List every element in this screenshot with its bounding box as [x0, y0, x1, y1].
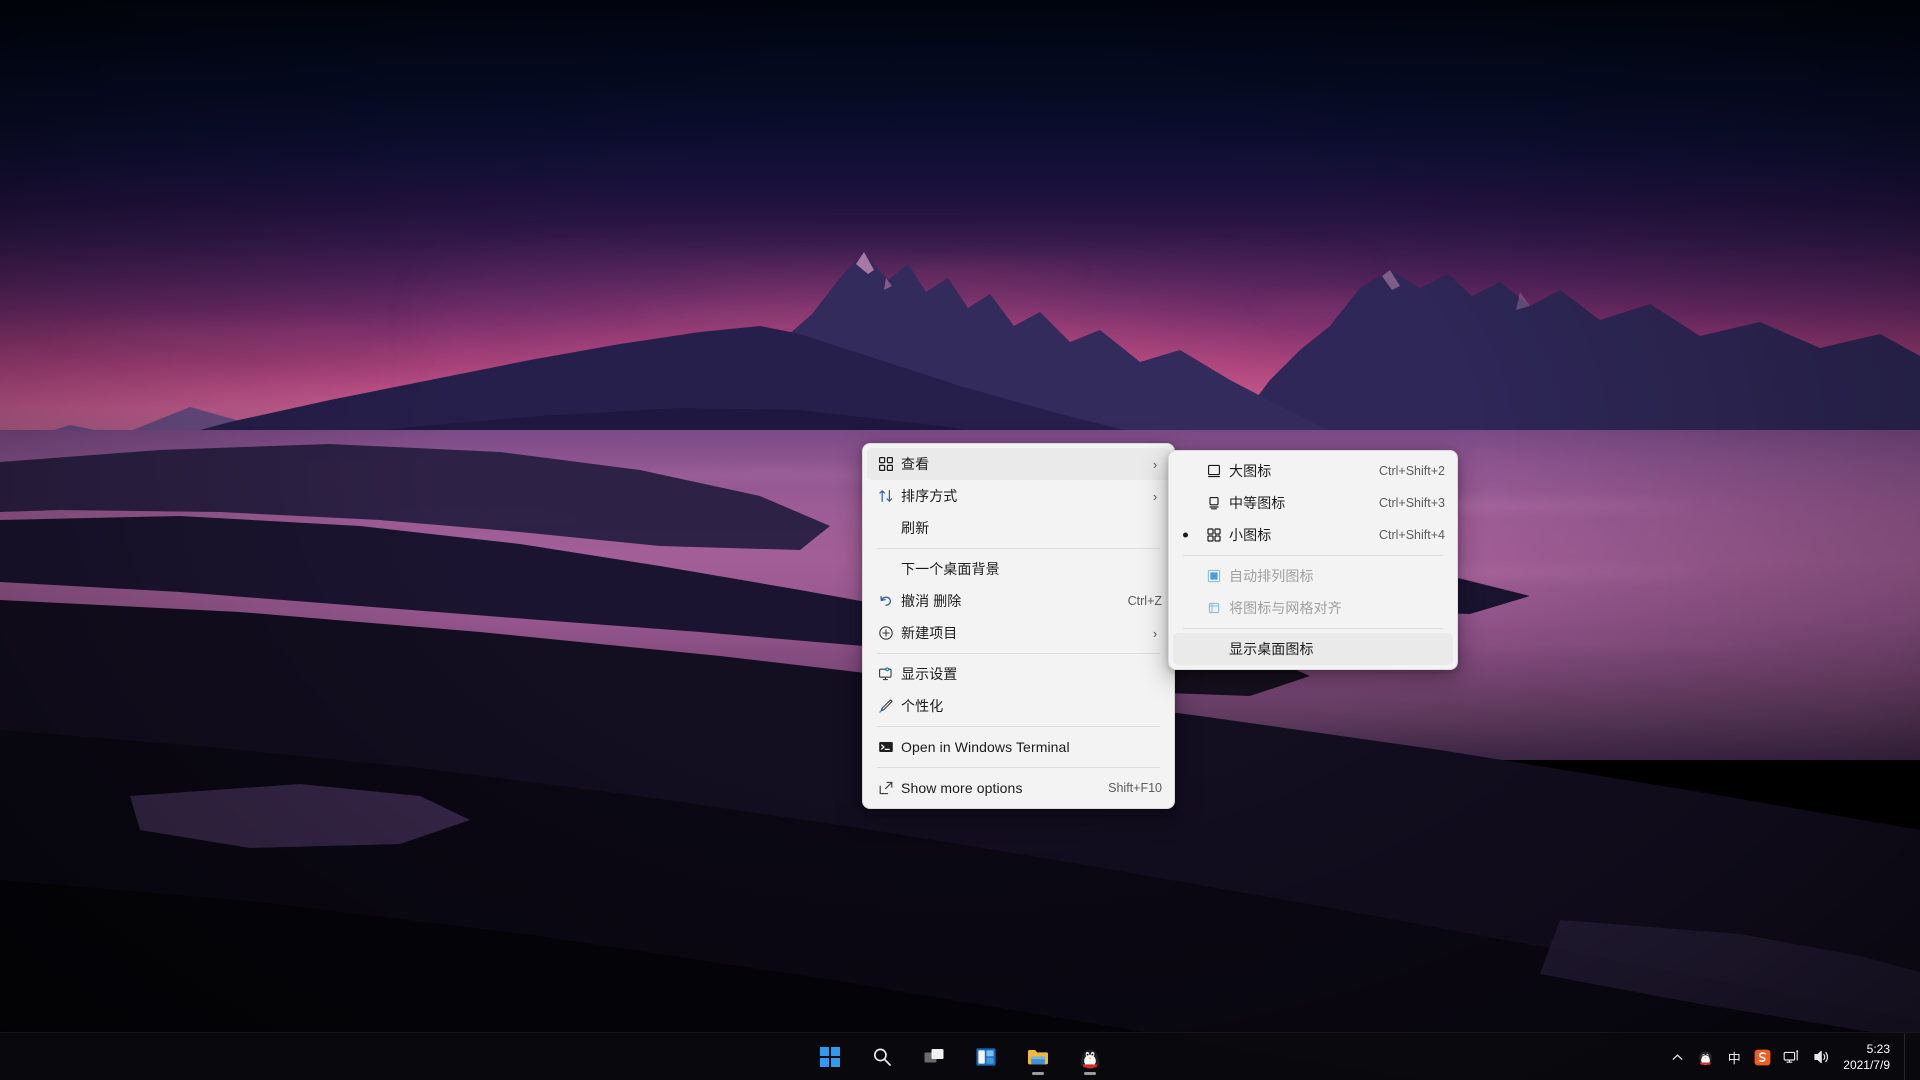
context-menu-item-show-more-options[interactable]: Show more options Shift+F10 — [867, 772, 1170, 804]
no-icon — [871, 518, 901, 538]
submenu-item-label: 显示桌面图标 — [1229, 641, 1314, 657]
submenu-item-large-icons[interactable]: 大图标 Ctrl+Shift+2 — [1173, 455, 1453, 487]
chevron-right-icon: › — [1152, 488, 1158, 504]
context-menu-item-label: 下一个桌面背景 — [901, 561, 1000, 577]
undo-icon — [871, 591, 901, 611]
context-menu-item-label: 刷新 — [901, 520, 930, 536]
context-menu-item-display-settings[interactable]: 显示设置 — [867, 658, 1170, 690]
context-menu-item-refresh[interactable]: 刷新 — [867, 512, 1170, 544]
desktop-screen: 查看 › 排序方式 › 刷新 下一个桌面背景 撤消 删除 Ctrl+Z 新建项目… — [0, 0, 1920, 1080]
folder-icon — [1028, 1049, 1048, 1064]
context-menu-item-label: 个性化 — [901, 698, 944, 714]
context-menu-item-accelerator: Shift+F10 — [1108, 781, 1162, 795]
no-icon — [1199, 639, 1229, 659]
windows-start-icon — [820, 1046, 840, 1067]
context-menu-item-view[interactable]: 查看 › — [867, 448, 1170, 480]
plus-circle-icon — [871, 623, 901, 643]
submenu-item-show-desktop-icons[interactable]: 显示桌面图标 — [1173, 633, 1453, 665]
submenu-item-small-icons[interactable]: 小图标 Ctrl+Shift+4 — [1173, 519, 1453, 551]
ime-icon: 中 — [1727, 1050, 1741, 1066]
view-submenu[interactable]: 大图标 Ctrl+Shift+2 中等图标 Ctrl+Shift+3 小图标 C… — [1168, 450, 1458, 670]
taskbar-button-task-view[interactable] — [914, 1037, 954, 1077]
terminal-icon — [871, 737, 901, 757]
radio-selected-indicator — [1183, 532, 1188, 538]
context-menu-item-label: Show more options — [901, 780, 1023, 796]
desktop-context-menu[interactable]: 查看 › 排序方式 › 刷新 下一个桌面背景 撤消 删除 Ctrl+Z 新建项目… — [862, 443, 1175, 809]
clock-date: 2021/7/9 — [1843, 1058, 1890, 1072]
submenu-item-accelerator: Ctrl+Shift+3 — [1378, 496, 1445, 510]
context-menu-item-open-in-windows-terminal[interactable]: Open in Windows Terminal — [867, 731, 1170, 763]
search-icon — [873, 1048, 891, 1066]
menu-separator — [877, 548, 1160, 549]
menu-separator — [877, 653, 1160, 654]
show-desktop-button[interactable] — [1904, 1033, 1912, 1080]
submenu-item-label: 自动排列图标 — [1229, 568, 1314, 584]
volume-icon — [1814, 1050, 1829, 1064]
align-grid-icon — [1199, 598, 1229, 618]
menu-separator — [877, 767, 1160, 768]
monitor-icon — [871, 664, 901, 684]
submenu-item-label: 大图标 — [1229, 463, 1272, 479]
large-icon-glyph — [1199, 461, 1229, 481]
submenu-item-auto-arrange[interactable]: 自动排列图标 — [1173, 560, 1453, 592]
sort-icon — [871, 486, 901, 506]
network-icon — [1783, 1050, 1799, 1063]
widgets-icon — [976, 1047, 996, 1066]
submenu-item-medium-icons[interactable]: 中等图标 Ctrl+Shift+3 — [1173, 487, 1453, 519]
context-menu-item-accelerator: Ctrl+Z — [1127, 594, 1162, 608]
taskbar-button-start[interactable] — [810, 1037, 850, 1077]
grid-icon — [871, 454, 901, 474]
tray-button-volume[interactable] — [1808, 1037, 1835, 1077]
tray-button-sogou[interactable] — [1749, 1037, 1776, 1077]
submenu-item-align-to-grid[interactable]: 将图标与网格对齐 — [1173, 592, 1453, 624]
context-menu-item-personalize[interactable]: 个性化 — [867, 690, 1170, 722]
context-menu-item-undo-delete[interactable]: 撤消 删除 Ctrl+Z — [867, 585, 1170, 617]
context-menu-item-label: 显示设置 — [901, 666, 958, 682]
menu-separator — [877, 726, 1160, 727]
taskbar-running-indicator — [1032, 1071, 1044, 1075]
small-icon-glyph — [1199, 525, 1229, 545]
taskbar-running-indicator — [1084, 1071, 1096, 1075]
qq-penguin-icon — [1080, 1049, 1100, 1068]
context-menu-item-new-item[interactable]: 新建项目 › — [867, 617, 1170, 649]
taskbar-button-qq[interactable] — [1070, 1037, 1110, 1077]
no-icon — [871, 559, 901, 579]
context-menu-item-label: 撤消 删除 — [901, 593, 962, 609]
auto-arrange-icon — [1199, 566, 1229, 586]
menu-separator — [1183, 628, 1443, 629]
submenu-item-label: 将图标与网格对齐 — [1229, 600, 1342, 616]
sogou-icon — [1754, 1049, 1771, 1065]
context-menu-item-next-desktop-background[interactable]: 下一个桌面背景 — [867, 553, 1170, 585]
context-menu-item-label: 新建项目 — [901, 625, 958, 641]
submenu-item-accelerator: Ctrl+Shift+4 — [1378, 528, 1445, 542]
context-menu-item-label: 查看 — [901, 456, 930, 472]
taskbar-clock[interactable]: 5:23 2021/7/9 — [1837, 1037, 1900, 1077]
taskbar-system-tray: 中 5:23 2021/7/9 — [1664, 1033, 1920, 1080]
menu-separator — [1183, 555, 1443, 556]
chevron-right-icon: › — [1152, 625, 1158, 641]
qq-penguin-icon — [1699, 1051, 1712, 1066]
chevron-right-icon: › — [1152, 456, 1158, 472]
context-menu-item-label: Open in Windows Terminal — [901, 739, 1070, 755]
tray-button-network[interactable] — [1778, 1037, 1806, 1077]
medium-icon-glyph — [1199, 493, 1229, 513]
chevron-up-icon — [1672, 1053, 1683, 1060]
tray-button-ime[interactable]: 中 — [1721, 1037, 1747, 1077]
submenu-item-label: 小图标 — [1229, 527, 1272, 543]
tray-button-expand[interactable] — [1664, 1037, 1690, 1077]
context-menu-item-sort-by[interactable]: 排序方式 › — [867, 480, 1170, 512]
brush-icon — [871, 696, 901, 716]
taskbar: 中 5:23 2021/7/9 — [0, 1032, 1920, 1080]
taskbar-button-search[interactable] — [862, 1037, 902, 1077]
task-view-icon — [924, 1048, 944, 1062]
taskbar-button-widgets[interactable] — [966, 1037, 1006, 1077]
taskbar-button-file-explorer[interactable] — [1018, 1037, 1058, 1077]
submenu-item-label: 中等图标 — [1229, 495, 1286, 511]
taskbar-center-group — [810, 1037, 1110, 1077]
more-options-icon — [871, 778, 901, 798]
submenu-item-accelerator: Ctrl+Shift+2 — [1378, 464, 1445, 478]
tray-button-qq[interactable] — [1692, 1037, 1719, 1077]
clock-time: 5:23 — [1866, 1041, 1890, 1056]
context-menu-item-label: 排序方式 — [901, 488, 958, 504]
